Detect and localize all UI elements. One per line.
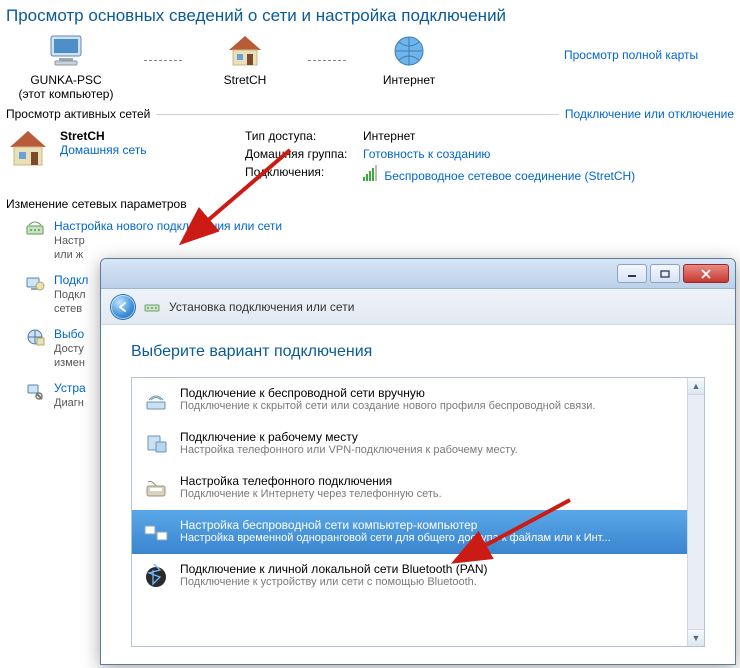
- wizard-header-text: Установка подключения или сети: [169, 300, 354, 314]
- option-desc: Настройка временной одноранговой сети дл…: [180, 532, 611, 544]
- task-desc: Досту: [54, 341, 85, 355]
- task-icon: [24, 273, 46, 292]
- homegroup-label: Домашняя группа:: [245, 147, 355, 161]
- minimize-button[interactable]: [617, 264, 647, 283]
- active-networks-header: Просмотр активных сетей Подключение или …: [0, 107, 740, 121]
- connect-disconnect-link[interactable]: Подключение или отключение: [565, 107, 734, 121]
- option-desc: Подключение к Интернету через телефонную…: [180, 488, 442, 500]
- signal-bars-icon: [363, 165, 377, 181]
- option-title: Подключение к рабочему месту: [180, 430, 518, 444]
- house-icon: [6, 129, 50, 169]
- access-type-label: Тип доступа:: [245, 129, 355, 143]
- option-icon: [142, 386, 170, 414]
- map-router: StretCH: [200, 34, 290, 87]
- wizard-option[interactable]: Настройка беспроводной сети компьютер-ко…: [132, 510, 687, 554]
- map-pc-name: GUNKA-PSC: [6, 73, 126, 87]
- task-link[interactable]: Настройка нового подключения или сети: [54, 219, 282, 233]
- wizard-title: Выберите вариант подключения: [131, 343, 705, 361]
- wizard-option[interactable]: Подключение к беспроводной сети вручнуюП…: [132, 378, 687, 422]
- wizard-option[interactable]: Настройка телефонного подключенияПодключ…: [132, 466, 687, 510]
- option-desc: Подключение к устройству или сети с помо…: [180, 576, 488, 588]
- network-device-icon: [143, 299, 161, 315]
- option-desc: Настройка телефонного или VPN-подключени…: [180, 444, 518, 456]
- active-network-name: StretCH: [60, 129, 146, 143]
- task-icon: [24, 219, 46, 238]
- homegroup-link[interactable]: Готовность к созданию: [363, 147, 635, 161]
- view-full-map-link[interactable]: Просмотр полной карты: [564, 34, 734, 62]
- option-title: Настройка телефонного подключения: [180, 474, 442, 488]
- map-connector: [144, 60, 182, 61]
- wizard-header: Установка подключения или сети: [101, 289, 735, 325]
- close-button[interactable]: [683, 264, 729, 283]
- scroll-up-button[interactable]: ▲: [688, 378, 704, 395]
- task-desc: сетев: [54, 301, 88, 315]
- maximize-button[interactable]: [650, 264, 680, 283]
- map-pc-sub: (этот компьютер): [6, 87, 126, 101]
- option-title: Настройка беспроводной сети компьютер-ко…: [180, 518, 611, 532]
- globe-icon: [391, 34, 427, 68]
- map-connector-2: [308, 60, 346, 61]
- option-icon: [142, 430, 170, 458]
- option-title: Подключение к личной локальной сети Blue…: [180, 562, 488, 576]
- map-this-pc: GUNKA-PSC (этот компьютер): [6, 34, 126, 101]
- change-settings-title: Изменение сетевых параметров: [0, 183, 740, 213]
- map-router-name: StretCH: [200, 73, 290, 87]
- task-link[interactable]: Устра: [54, 381, 86, 395]
- house-icon: [225, 34, 265, 68]
- task-desc: Подкл: [54, 287, 88, 301]
- option-icon: [142, 562, 170, 590]
- monitor-icon: [45, 34, 87, 68]
- active-networks-label: Просмотр активных сетей: [6, 107, 150, 121]
- task-desc: измен: [54, 355, 85, 369]
- wizard-body: Выберите вариант подключения Подключение…: [101, 325, 735, 664]
- task-link[interactable]: Подкл: [54, 273, 88, 287]
- map-internet: Интернет: [364, 34, 454, 87]
- task-link[interactable]: Выбо: [54, 327, 85, 341]
- active-network: StretCH Домашняя сеть Тип доступа: Интер…: [0, 121, 740, 183]
- option-icon: [142, 474, 170, 502]
- window-titlebar: [101, 259, 735, 289]
- task-icon: [24, 327, 46, 346]
- task-desc: Диагн: [54, 395, 86, 409]
- task-icon: [24, 381, 46, 400]
- options-listbox: Подключение к беспроводной сети вручнуюП…: [131, 377, 705, 647]
- scroll-down-button[interactable]: ▼: [688, 629, 704, 646]
- task-desc: Настр: [54, 233, 282, 247]
- access-type-value: Интернет: [363, 129, 635, 143]
- scrollbar[interactable]: ▲ ▼: [687, 378, 704, 646]
- option-icon: [142, 518, 170, 546]
- connections-label: Подключения:: [245, 165, 355, 179]
- back-button[interactable]: [111, 295, 135, 319]
- wizard-option[interactable]: Подключение к рабочему местуНастройка те…: [132, 422, 687, 466]
- wizard-window: Установка подключения или сети Выберите …: [100, 258, 736, 665]
- network-map: GUNKA-PSC (этот компьютер) StretCH Интер…: [0, 30, 740, 101]
- option-title: Подключение к беспроводной сети вручную: [180, 386, 595, 400]
- map-internet-label: Интернет: [364, 73, 454, 87]
- connection-link[interactable]: Беспроводное сетевое соединение (StretCH…: [384, 169, 635, 183]
- network-type-link[interactable]: Домашняя сеть: [60, 143, 146, 157]
- page-title: Просмотр основных сведений о сети и наст…: [0, 0, 740, 30]
- wizard-option[interactable]: Подключение к личной локальной сети Blue…: [132, 554, 687, 598]
- option-desc: Подключение к скрытой сети или создание …: [180, 400, 595, 412]
